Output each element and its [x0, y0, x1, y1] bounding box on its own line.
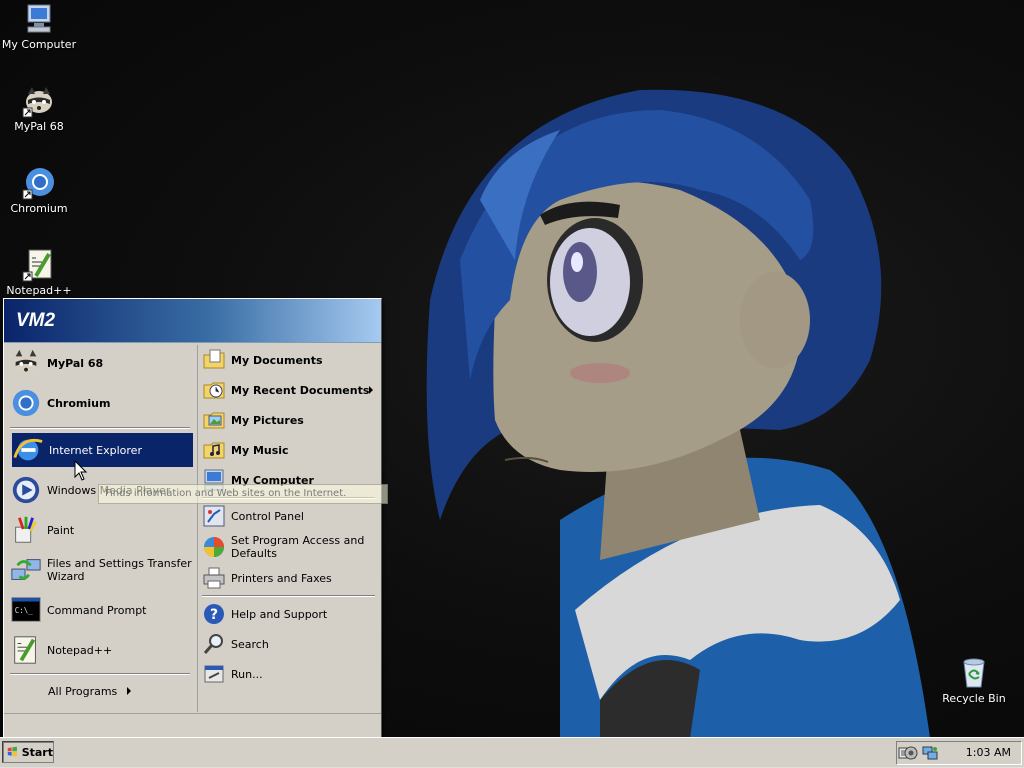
- transfer-wizard-icon: [10, 554, 42, 586]
- system-tray: 1:03 AM: [896, 741, 1022, 765]
- start-button[interactable]: Start: [2, 741, 54, 763]
- start-menu-separator: [10, 427, 190, 429]
- start-item-label: My Documents: [231, 353, 323, 367]
- program-access-icon: [202, 535, 226, 559]
- taskbar: Start 1:03 AM: [0, 737, 1024, 768]
- run-icon: [202, 662, 226, 686]
- start-item-command-prompt[interactable]: C:\_ Command Prompt: [10, 593, 192, 627]
- desktop-icon-label: Notepad++: [6, 284, 72, 297]
- start-menu-user-name: VM2: [4, 299, 381, 343]
- start-item-label: My Recent Documents: [231, 383, 370, 397]
- start-item-label: Help and Support: [231, 607, 328, 621]
- internet-explorer-icon: [12, 434, 44, 466]
- desktop-icon-mypal[interactable]: MyPal 68: [0, 84, 78, 133]
- start-item-label: Command Prompt: [47, 603, 147, 617]
- start-item-run[interactable]: Run...: [202, 661, 377, 687]
- desktop-icon-my-computer[interactable]: My Computer: [0, 2, 78, 51]
- start-item-label: Run...: [231, 667, 263, 681]
- start-item-chromium[interactable]: Chromium: [10, 385, 192, 421]
- start-item-label: Control Panel: [231, 509, 304, 523]
- start-item-program-access[interactable]: Set Program Access and Defaults: [202, 531, 377, 563]
- start-item-internet-explorer[interactable]: Internet Explorer: [12, 433, 193, 467]
- desktop-icon-label: MyPal 68: [14, 120, 64, 133]
- folder-pictures-icon: [202, 408, 226, 432]
- desktop-icon-label: Chromium: [10, 202, 68, 215]
- start-menu: VM2 MyPal 68 Chromium Internet Explorer …: [3, 298, 382, 743]
- all-programs-arrow-icon: [127, 687, 132, 695]
- mouse-cursor-icon: [74, 460, 88, 481]
- my-computer-icon: [22, 2, 56, 36]
- windows-logo-icon: [7, 746, 17, 757]
- start-item-label: Chromium: [47, 396, 111, 410]
- svg-text:?: ?: [210, 607, 218, 623]
- start-item-printers-and-faxes[interactable]: Printers and Faxes: [202, 565, 377, 591]
- chromium-icon: [10, 387, 42, 419]
- start-item-label: Notepad++: [47, 643, 113, 657]
- start-item-label: Set Program Access and Defaults: [231, 534, 365, 560]
- media-player-icon: [10, 474, 42, 506]
- start-button-label: Start: [21, 745, 53, 759]
- start-item-search[interactable]: Search: [202, 631, 377, 657]
- desktop-icon-label: Recycle Bin: [942, 692, 1006, 705]
- start-item-my-music[interactable]: My Music: [202, 437, 377, 463]
- start-item-label: MyPal 68: [47, 356, 104, 370]
- start-item-help-and-support[interactable]: ? Help and Support: [202, 601, 377, 627]
- menu-item-tooltip: Finds information and Web sites on the I…: [98, 484, 388, 504]
- notepad-plus-plus-icon: [22, 248, 56, 282]
- start-item-label: Internet Explorer: [49, 443, 142, 457]
- start-item-my-documents[interactable]: My Documents: [202, 347, 377, 373]
- clock[interactable]: 1:03 AM: [966, 742, 1011, 764]
- desktop-icon-recycle-bin[interactable]: Recycle Bin: [935, 656, 1013, 705]
- start-item-label: Paint: [47, 523, 75, 537]
- folder-music-icon: [202, 438, 226, 462]
- volume-icon[interactable]: [903, 745, 919, 761]
- start-menu-programs: MyPal 68 Chromium Internet Explorer Wind…: [6, 345, 194, 712]
- start-menu-separator: [202, 595, 375, 597]
- recent-documents-icon: [202, 378, 226, 402]
- recycle-bin-icon: [957, 656, 991, 690]
- start-item-label: Search: [231, 637, 269, 651]
- folder-documents-icon: [202, 348, 226, 372]
- desktop-icon-notepad-plus-plus[interactable]: Notepad++: [0, 248, 78, 297]
- chromium-icon: [22, 166, 56, 200]
- all-programs-button[interactable]: All Programs: [10, 681, 192, 701]
- printer-icon: [202, 566, 226, 590]
- svg-text:C:\_: C:\_: [15, 606, 34, 615]
- notepad-plus-plus-icon: [10, 634, 42, 666]
- start-item-transfer-wizard[interactable]: Files and Settings Transfer Wizard: [10, 553, 192, 587]
- all-programs-label: All Programs: [48, 684, 118, 698]
- start-item-label: Printers and Faxes: [231, 571, 332, 585]
- start-item-my-recent-documents[interactable]: My Recent Documents: [202, 377, 377, 403]
- start-item-notepad-plus-plus[interactable]: Notepad++: [10, 633, 192, 667]
- start-item-control-panel[interactable]: Control Panel: [202, 503, 377, 529]
- start-menu-separator: [10, 673, 190, 675]
- search-icon: [202, 632, 226, 656]
- control-panel-icon: [202, 504, 226, 528]
- start-item-label: My Pictures: [231, 413, 304, 427]
- start-item-label: My Music: [231, 443, 289, 457]
- start-item-mypal[interactable]: MyPal 68: [10, 345, 192, 381]
- raccoon-icon: [22, 84, 56, 118]
- desktop-icon-chromium[interactable]: Chromium: [0, 166, 78, 215]
- start-item-my-pictures[interactable]: My Pictures: [202, 407, 377, 433]
- command-prompt-icon: C:\_: [10, 594, 42, 626]
- start-menu-places: My Documents My Recent Documents My Pict…: [197, 345, 379, 712]
- help-icon: ?: [202, 602, 226, 626]
- network-icon[interactable]: [922, 745, 938, 761]
- submenu-arrow-icon: [369, 386, 373, 394]
- desktop-icon-label: My Computer: [1, 38, 77, 51]
- raccoon-icon: [10, 347, 42, 379]
- start-item-paint[interactable]: Paint: [10, 513, 192, 547]
- start-item-label: Files and Settings Transfer Wizard: [47, 557, 192, 583]
- paint-icon: [10, 514, 42, 546]
